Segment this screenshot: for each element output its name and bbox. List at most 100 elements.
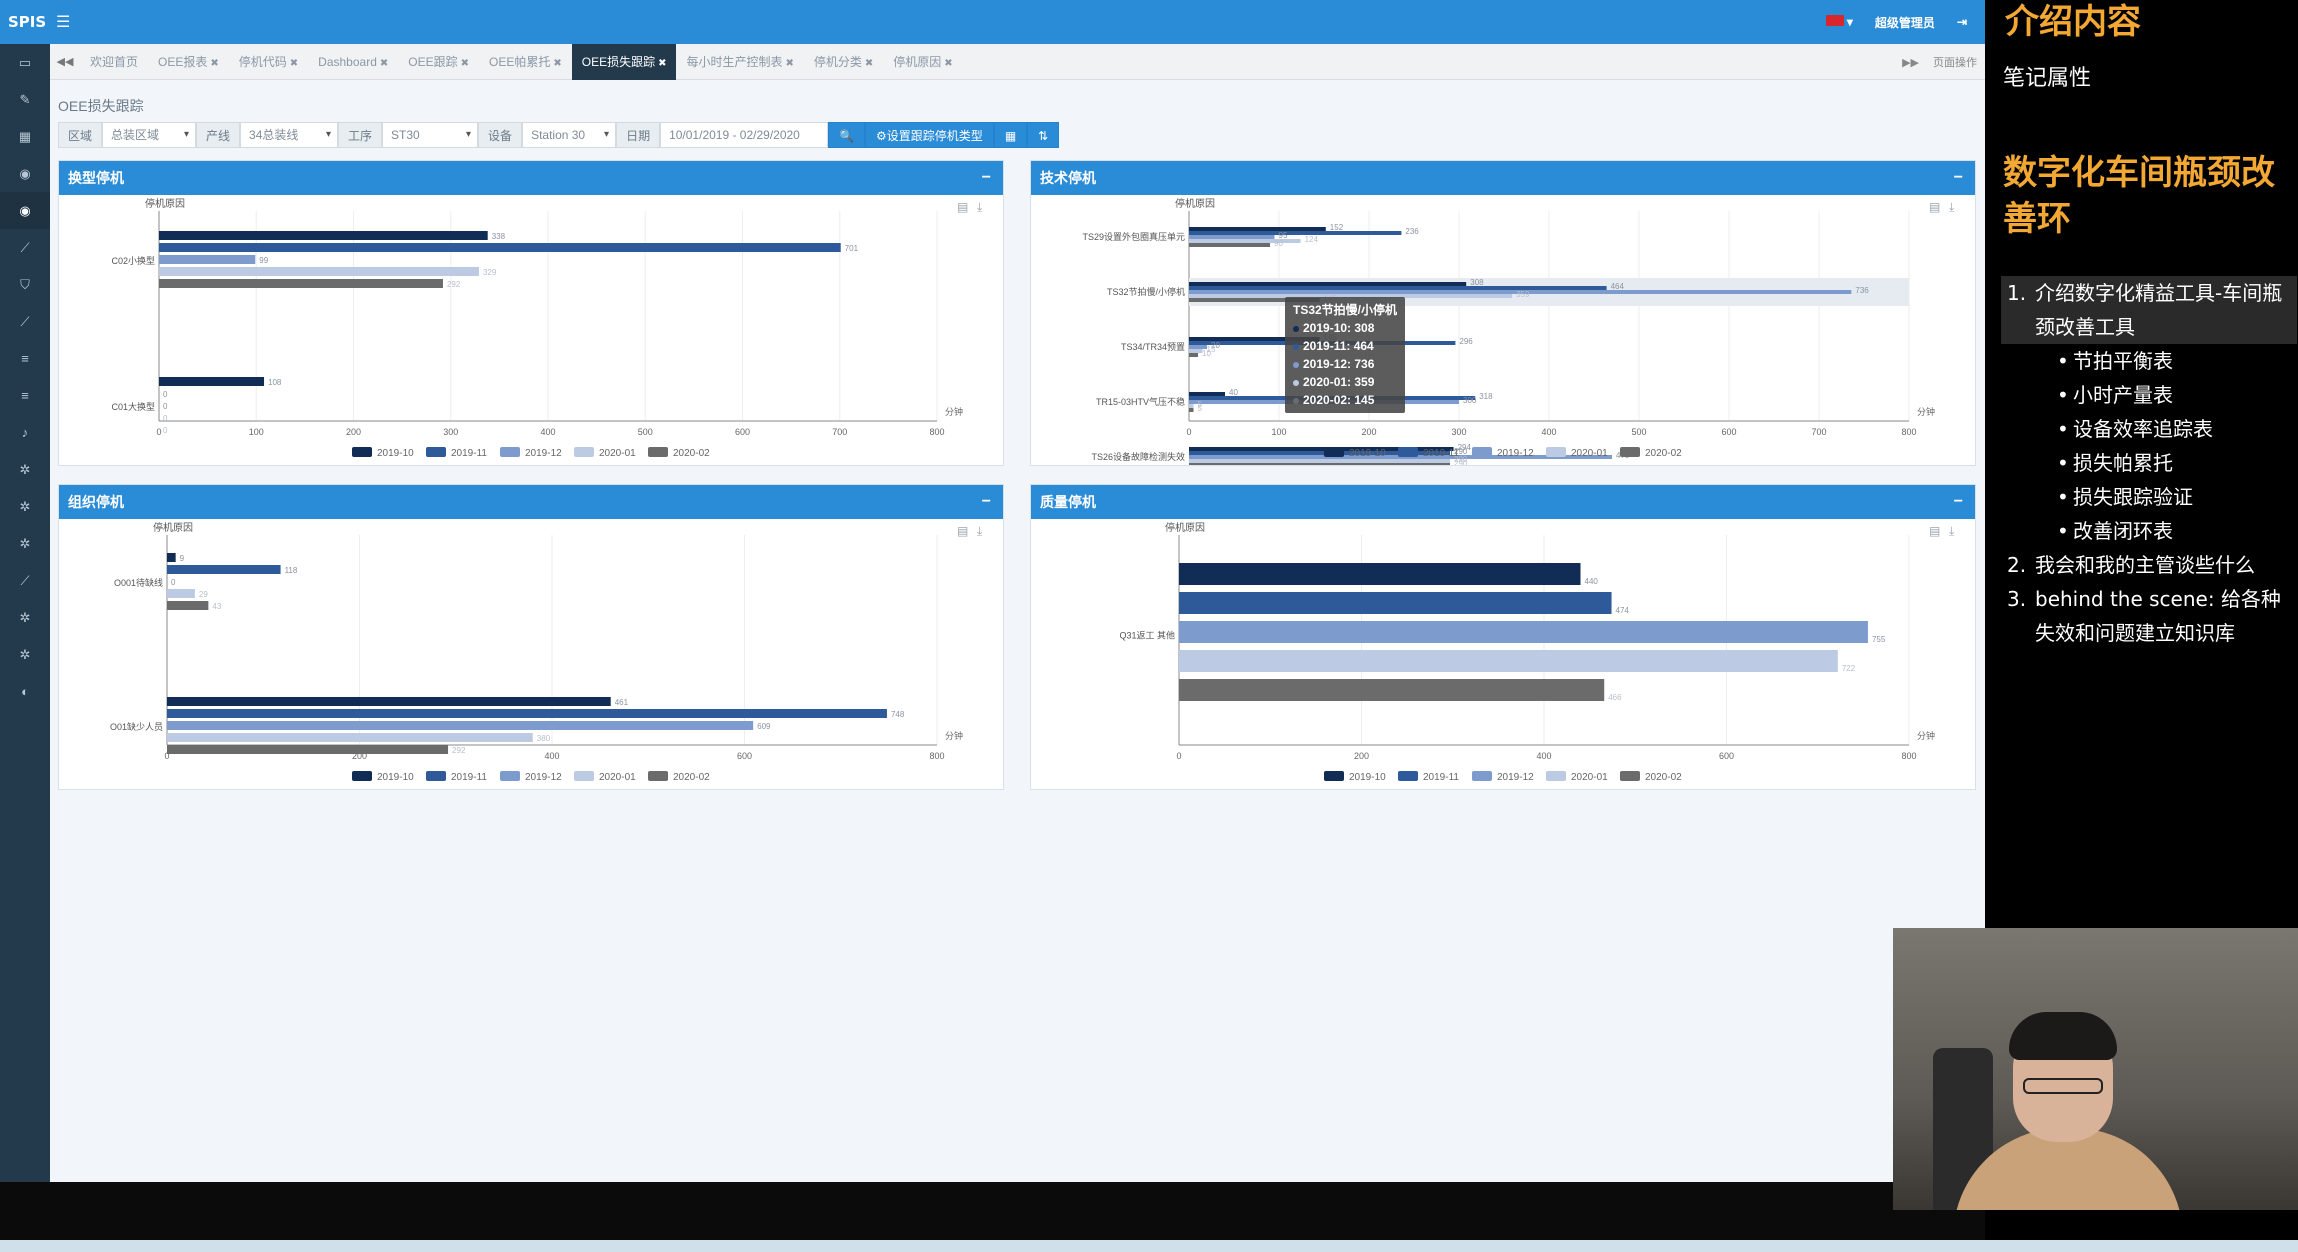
- legend-label[interactable]: 2020-01: [1571, 772, 1608, 783]
- gear-icon[interactable]: ✲: [0, 488, 50, 525]
- save-image-icon[interactable]: ▤: [1929, 524, 1940, 538]
- camera-icon[interactable]: ◉: [0, 192, 50, 229]
- legend-label[interactable]: 2019-12: [1497, 772, 1534, 783]
- legend-swatch[interactable]: [1324, 771, 1344, 781]
- close-icon[interactable]: ✖: [380, 58, 388, 69]
- bar-2019-10[interactable]: [167, 697, 611, 706]
- legend-label[interactable]: 2020-01: [1571, 448, 1608, 459]
- gear-icon[interactable]: ✲: [0, 525, 50, 562]
- save-image-icon[interactable]: ▤: [957, 200, 968, 214]
- bar-2019-12[interactable]: [1179, 621, 1868, 643]
- bar-2019-10[interactable]: [159, 377, 265, 386]
- bar-2020-01[interactable]: [159, 267, 479, 276]
- legend-swatch[interactable]: [1398, 771, 1418, 781]
- device-select[interactable]: Station 30 ▾: [522, 122, 617, 148]
- gear-icon[interactable]: ✲: [0, 599, 50, 636]
- tab-4[interactable]: OEE跟踪 ✖: [398, 44, 479, 80]
- close-icon[interactable]: ✖: [658, 58, 666, 69]
- tab-3[interactable]: Dashboard ✖: [308, 44, 398, 80]
- bar-2020-02[interactable]: [1179, 679, 1605, 701]
- bar-2019-10[interactable]: [1189, 282, 1467, 286]
- tab-2[interactable]: 停机代码 ✖: [229, 44, 308, 80]
- tab-5[interactable]: OEE帕累托 ✖: [479, 44, 572, 80]
- bar-2019-11[interactable]: [1189, 231, 1402, 235]
- bar-2020-01[interactable]: [1189, 349, 1203, 353]
- bar-2020-02[interactable]: [1189, 243, 1270, 247]
- set-tracking-type-button[interactable]: ⚙设置跟踪停机类型: [865, 122, 994, 148]
- legend-label[interactable]: 2019-11: [451, 448, 487, 459]
- minimize-icon[interactable]: −: [982, 485, 991, 519]
- legend-label[interactable]: 2020-02: [1645, 772, 1682, 783]
- close-icon[interactable]: ✖: [553, 58, 561, 69]
- legend-label[interactable]: 2019-12: [1497, 448, 1534, 459]
- legend-label[interactable]: 2019-10: [1349, 448, 1386, 459]
- station-select[interactable]: ST30 ▾: [382, 122, 479, 148]
- legend-label[interactable]: 2020-01: [599, 448, 636, 459]
- close-icon[interactable]: ✖: [865, 58, 873, 69]
- legend-swatch[interactable]: [1546, 447, 1566, 457]
- bar-2019-10[interactable]: [1189, 227, 1326, 231]
- close-icon[interactable]: ✖: [461, 58, 469, 69]
- tab-1[interactable]: OEE报表 ✖: [148, 44, 229, 80]
- legend-swatch[interactable]: [1472, 447, 1492, 457]
- bar-2020-02[interactable]: [1189, 463, 1450, 465]
- bar-2019-11[interactable]: [167, 565, 281, 574]
- download-icon[interactable]: ⤓: [1949, 200, 1955, 214]
- legend-label[interactable]: 2019-11: [1423, 448, 1459, 459]
- tab-6[interactable]: OEE损失跟踪 ✖: [571, 43, 677, 80]
- legend-label[interactable]: 2019-11: [1423, 772, 1459, 783]
- legend-swatch[interactable]: [1398, 447, 1418, 457]
- bar-2020-02[interactable]: [167, 601, 209, 610]
- legend-label[interactable]: 2019-10: [377, 772, 414, 783]
- minimize-icon[interactable]: −: [1954, 161, 1963, 195]
- bar-2019-10[interactable]: [1189, 392, 1225, 396]
- legend-swatch[interactable]: [648, 447, 668, 457]
- calendar-icon[interactable]: ▦: [0, 118, 50, 155]
- bar-2020-01[interactable]: [1189, 459, 1450, 463]
- line-select[interactable]: 34总装线 ▾: [240, 122, 339, 148]
- legend-swatch[interactable]: [500, 771, 520, 781]
- tab-8[interactable]: 停机分类 ✖: [804, 44, 883, 80]
- legend-swatch[interactable]: [426, 771, 446, 781]
- chart-icon[interactable]: ⟋: [0, 303, 50, 340]
- logout-icon[interactable]: ⇥: [1957, 15, 1967, 29]
- legend-label[interactable]: 2019-12: [525, 772, 562, 783]
- legend-label[interactable]: 2019-10: [1349, 772, 1386, 783]
- bar-2019-11[interactable]: [167, 709, 887, 718]
- bar-2020-01[interactable]: [1189, 404, 1194, 408]
- tab-prev-icon[interactable]: ◀◀: [50, 55, 80, 68]
- legend-label[interactable]: 2019-12: [525, 448, 562, 459]
- list-icon[interactable]: ≡: [0, 340, 50, 377]
- legend-swatch[interactable]: [1620, 447, 1640, 457]
- area-select[interactable]: 总装区域 ▾: [102, 122, 197, 148]
- legend-swatch[interactable]: [648, 771, 668, 781]
- shield-icon[interactable]: ⛉: [0, 266, 50, 303]
- download-icon[interactable]: ⤓: [977, 524, 983, 538]
- minimize-icon[interactable]: −: [1954, 485, 1963, 519]
- save-image-icon[interactable]: ▤: [1929, 200, 1940, 214]
- dashboard-icon[interactable]: ◐: [0, 673, 50, 710]
- download-icon[interactable]: ⤓: [1949, 524, 1955, 538]
- legend-swatch[interactable]: [352, 771, 372, 781]
- legend-swatch[interactable]: [1620, 771, 1640, 781]
- search-button[interactable]: 🔍: [828, 122, 866, 148]
- bar-2020-01[interactable]: [1179, 650, 1838, 672]
- tab-next-icon[interactable]: ▶▶: [1902, 56, 1919, 69]
- save-image-icon[interactable]: ▤: [957, 524, 968, 538]
- legend-swatch[interactable]: [574, 771, 594, 781]
- bar-2019-11[interactable]: [1189, 286, 1607, 290]
- bar-2019-12[interactable]: [167, 721, 754, 730]
- legend-swatch[interactable]: [1546, 771, 1566, 781]
- menu-toggle-icon[interactable]: ☰: [56, 12, 70, 32]
- legend-swatch[interactable]: [574, 447, 594, 457]
- tab-actions[interactable]: 页面操作: [1933, 54, 1977, 70]
- sort-button[interactable]: ⇅: [1027, 122, 1060, 148]
- edit-icon[interactable]: ✎: [0, 81, 50, 118]
- close-icon[interactable]: ✖: [210, 58, 218, 69]
- bar-2020-01[interactable]: [167, 589, 195, 598]
- bar-2020-02[interactable]: [167, 745, 449, 754]
- legend-label[interactable]: 2020-02: [673, 448, 710, 459]
- close-icon[interactable]: ✖: [944, 58, 952, 69]
- bell-icon[interactable]: ♪: [0, 414, 50, 451]
- bar-2019-12[interactable]: [159, 255, 256, 264]
